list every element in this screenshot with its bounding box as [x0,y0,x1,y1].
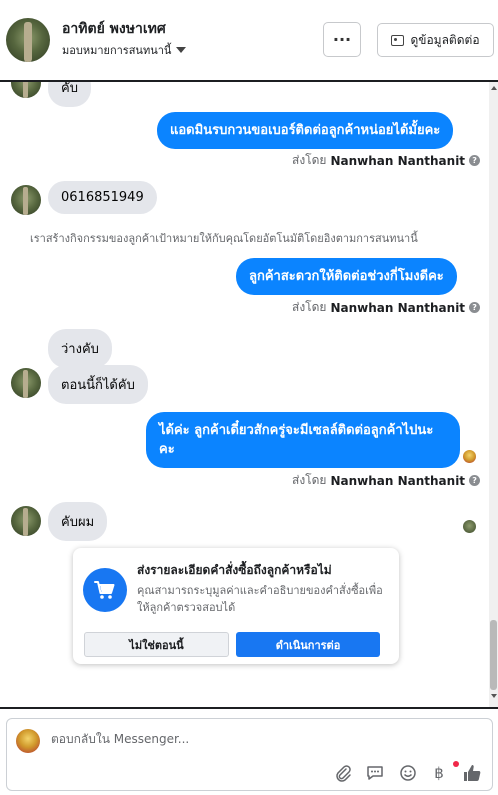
contact-name[interactable]: อาทิตย์ พงษาเทศ [62,18,166,40]
info-icon[interactable]: ? [469,475,481,486]
customer-seen-avatar [463,520,476,533]
more-horizontal-icon: ··· [332,30,352,49]
incoming-message: ตอนนี้ก็ได้คับ [48,365,148,404]
shopping-cart-icon [83,568,127,612]
outgoing-message: แอดมินรบกวนขอเบอร์ติดต่อลูกค้าหน่อยได้มั… [157,112,454,149]
incoming-message: คับผม [48,502,108,541]
scrollbar-thumb[interactable] [490,620,497,690]
system-note: เราสร้างกิจกรรมของลูกค้าเป้าหมายให้กับคุ… [30,232,418,245]
scroll-up-arrow-icon[interactable] [491,86,497,90]
assign-label: มอบหมายการสนทนานี้ [62,44,172,57]
incoming-message: ว่างคับ [48,329,112,368]
smiley-icon[interactable] [398,763,418,783]
sent-by-prefix: ส่งโดย [292,153,327,167]
more-options-button[interactable]: ··· [323,22,361,57]
continue-button[interactable]: ดำเนินการต่อ [236,632,380,657]
thumbs-up-icon[interactable] [462,763,482,783]
conversation-header: อาทิตย์ พงษาเทศ มอบหมายการสนทนานี้ ··· ด… [0,0,498,80]
sent-by-label: ส่งโดย Nanwhan Nanthanit ? [292,151,481,170]
chat-scrollbar[interactable] [489,82,498,707]
sent-by-name: Nanwhan Nanthanit [330,300,466,315]
reply-input[interactable] [51,732,471,746]
sent-by-name: Nanwhan Nanthanit [330,153,466,168]
info-icon[interactable]: ? [469,155,481,166]
outgoing-message: ได้ค่ะ ลูกค้าเดี๋ยวสักครู่จะมีเซลล์ติดต่… [146,412,460,468]
info-icon[interactable]: ? [469,302,481,313]
incoming-message: 0616851949 [48,181,157,214]
baht-icon[interactable]: ฿ [429,763,449,783]
contact-card-icon [391,34,405,46]
customer-avatar [11,506,41,536]
order-prompt-title: ส่งรายละเอียดคำสั่งซื้อถึงลูกค้าหรือไม่ [137,563,332,577]
agent-seen-avatar [463,450,476,463]
paperclip-icon[interactable] [333,763,353,783]
incoming-message: คับ [48,82,91,107]
assign-conversation-dropdown[interactable]: มอบหมายการสนทนานี้ [62,41,187,59]
view-contact-button[interactable]: ดูข้อมูลติดต่อ [377,23,494,57]
chat-bubble-icon[interactable] [365,763,385,783]
view-contact-label: ดูข้อมูลติดต่อ [410,32,480,47]
notification-dot [453,761,459,767]
contact-avatar[interactable] [6,18,50,62]
sent-by-label: ส่งโดย Nanwhan Nanthanit ? [292,298,481,317]
not-now-button[interactable]: ไม่ใช่ตอนนี้ [84,632,229,657]
customer-avatar [11,82,41,98]
order-prompt-description: คุณสามารถระบุมูลค่าและคำอธิบายของคำสั่งซ… [137,584,383,614]
outgoing-message: ลูกค้าสะดวกให้ติดต่อช่วงกี่โมงดีคะ [236,258,457,295]
sent-by-prefix: ส่งโดย [292,300,327,314]
caret-down-icon [176,47,187,53]
reply-composer: ฿ [6,718,493,791]
composer-divider [0,707,498,709]
customer-avatar [11,185,41,215]
order-details-prompt: ส่งรายละเอียดคำสั่งซื้อถึงลูกค้าหรือไม่ … [73,548,399,664]
customer-avatar [11,368,41,398]
sent-by-prefix: ส่งโดย [292,473,327,487]
sent-by-name: Nanwhan Nanthanit [330,473,466,488]
scroll-down-arrow-icon[interactable] [491,694,497,698]
agent-avatar [16,729,40,753]
sent-by-label: ส่งโดย Nanwhan Nanthanit ? [292,471,481,490]
